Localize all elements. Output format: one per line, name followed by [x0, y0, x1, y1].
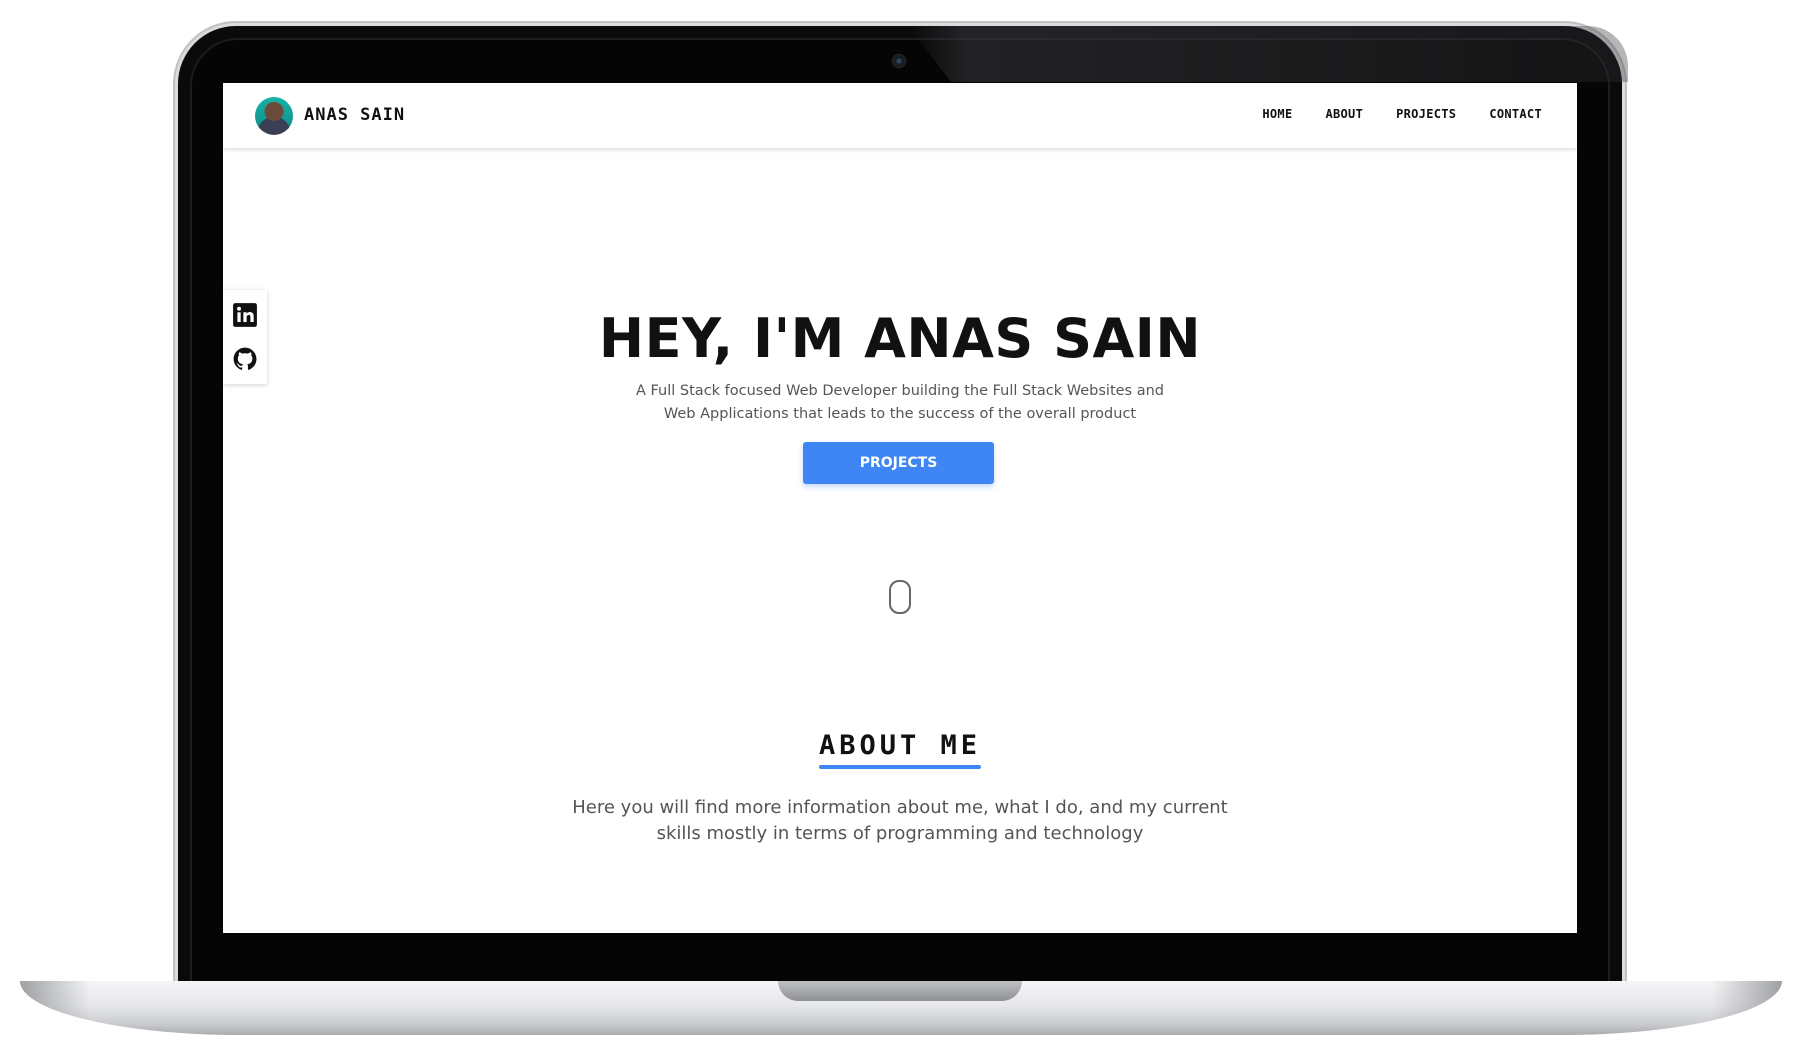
- nav-home[interactable]: HOME: [1262, 107, 1292, 121]
- projects-button[interactable]: PROJECTS: [803, 442, 994, 484]
- hero-title: HEY, I'M ANAS SAIN: [598, 307, 1202, 371]
- about-description: Here you will find more information abou…: [572, 797, 1228, 844]
- hero-subtitle: A Full Stack focused Web Developer build…: [635, 382, 1164, 422]
- scroll-mouse-icon: [889, 580, 911, 614]
- nav-contact[interactable]: CONTACT: [1489, 107, 1542, 121]
- nav-projects[interactable]: PROJECTS: [1396, 107, 1456, 121]
- webcam-icon: [893, 55, 905, 67]
- about-section-title: ABOUT ME: [818, 730, 982, 770]
- nav-menu: HOME ABOUT PROJECTS CONTACT: [1262, 107, 1542, 121]
- nav-about[interactable]: ABOUT: [1325, 107, 1363, 121]
- avatar[interactable]: [255, 97, 293, 135]
- brand-name[interactable]: ANAS SAIN: [304, 105, 405, 125]
- website-screen: ANAS SAIN HOME ABOUT PROJECTS CONTACT HE…: [223, 83, 1577, 933]
- navbar: ANAS SAIN HOME ABOUT PROJECTS CONTACT: [223, 83, 1577, 148]
- laptop-notch: [778, 981, 1022, 1001]
- bezel-glare: [908, 26, 1628, 82]
